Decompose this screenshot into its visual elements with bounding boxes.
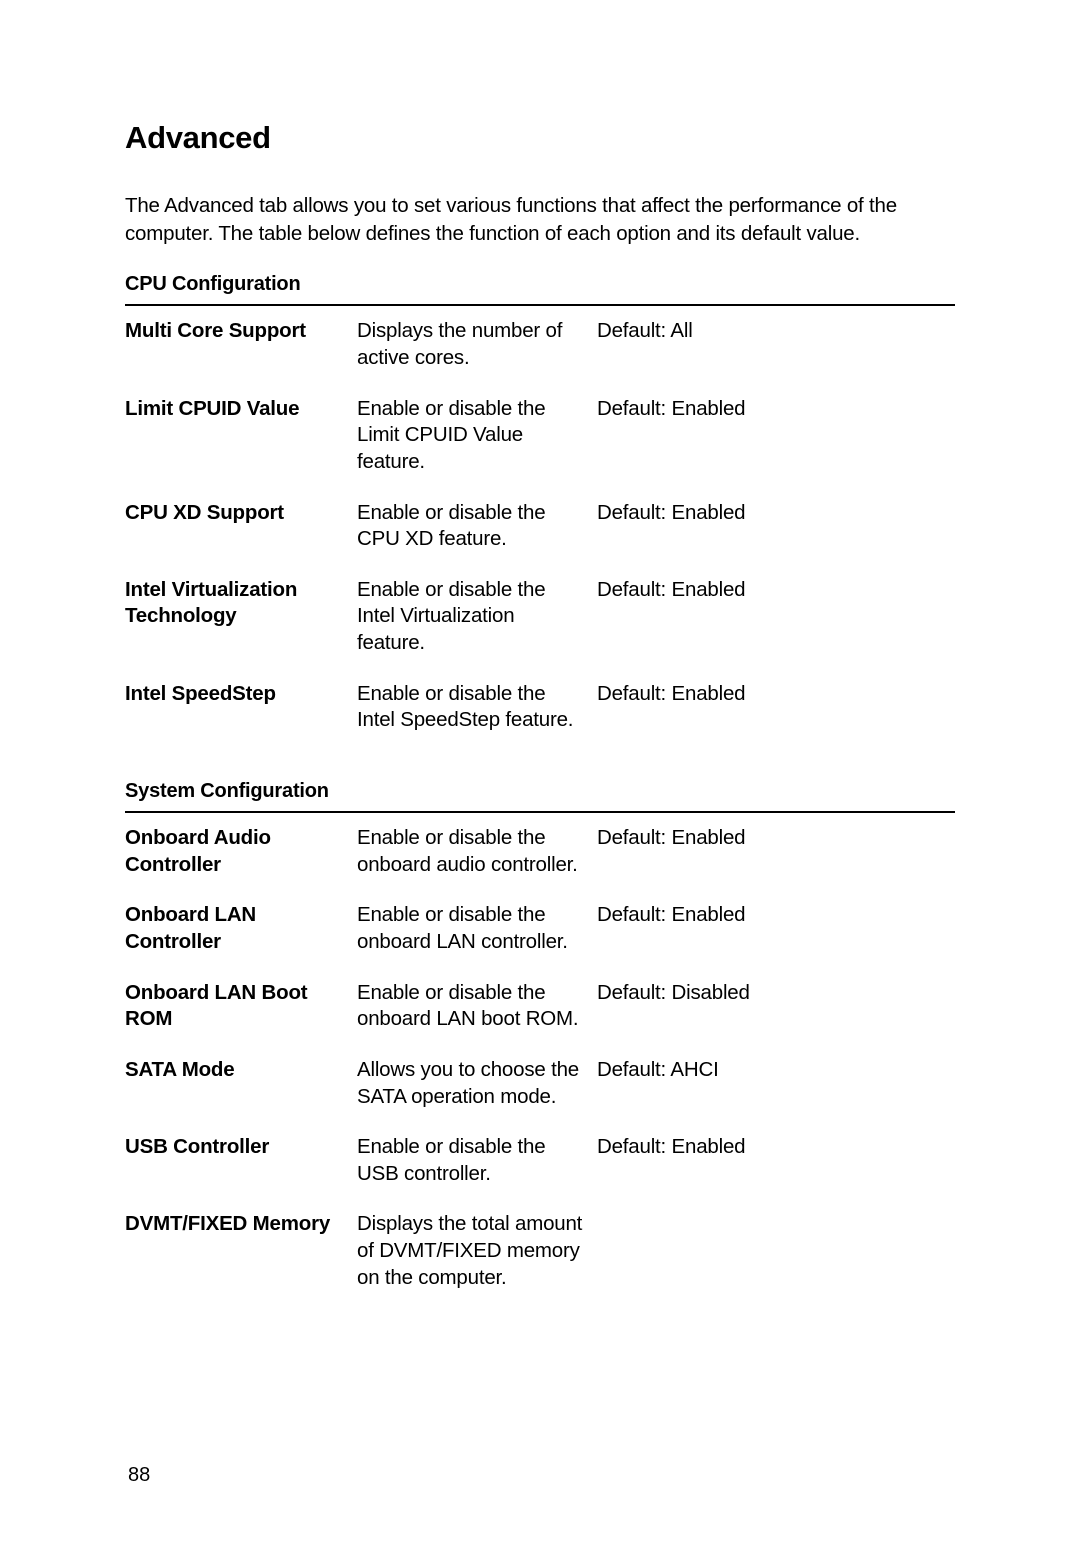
row-desc: Enable or disable the onboard LAN boot R… [357, 968, 597, 1045]
row-desc: Enable or disable the Intel Virtualizati… [357, 565, 597, 669]
table-row: SATA Mode Allows you to choose the SATA … [125, 1045, 955, 1122]
row-name: Limit CPUID Value [125, 384, 357, 488]
section-title-system: System Configuration [125, 780, 955, 803]
row-desc: Enable or disable the CPU XD feature. [357, 488, 597, 565]
table-row: Limit CPUID Value Enable or disable the … [125, 384, 955, 488]
table-row: USB Controller Enable or disable the USB… [125, 1122, 955, 1199]
row-default: Default: All [597, 305, 955, 383]
row-name: SATA Mode [125, 1045, 357, 1122]
section-title-cpu: CPU Configuration [125, 273, 955, 296]
row-default: Default: Enabled [597, 384, 955, 488]
intro-text: The Advanced tab allows you to set vario… [125, 192, 955, 247]
row-name: Onboard Audio Controller [125, 812, 357, 890]
table-row: CPU XD Support Enable or disable the CPU… [125, 488, 955, 565]
row-name: USB Controller [125, 1122, 357, 1199]
row-desc: Enable or disable the Limit CPUID Value … [357, 384, 597, 488]
row-desc: Enable or disable the onboard LAN contro… [357, 890, 597, 967]
row-desc: Displays the number of active cores. [357, 305, 597, 383]
row-default: Default: Enabled [597, 1122, 955, 1199]
row-name: CPU XD Support [125, 488, 357, 565]
table-row: Onboard Audio Controller Enable or disab… [125, 812, 955, 890]
system-config-table: Onboard Audio Controller Enable or disab… [125, 811, 955, 1303]
table-row: Onboard LAN Controller Enable or disable… [125, 890, 955, 967]
row-name: Intel SpeedStep [125, 669, 357, 746]
row-default: Default: AHCI [597, 1045, 955, 1122]
table-row: Onboard LAN Boot ROM Enable or disable t… [125, 968, 955, 1045]
row-default: Default: Enabled [597, 565, 955, 669]
row-desc: Displays the total amount of DVMT/FIXED … [357, 1199, 597, 1303]
table-row: Intel Virtualization Technology Enable o… [125, 565, 955, 669]
row-name: Intel Virtualization Technology [125, 565, 357, 669]
table-row: Multi Core Support Displays the number o… [125, 305, 955, 383]
table-row: DVMT/FIXED Memory Displays the total amo… [125, 1199, 955, 1303]
row-desc: Allows you to choose the SATA operation … [357, 1045, 597, 1122]
row-desc: Enable or disable the onboard audio cont… [357, 812, 597, 890]
table-row: Intel SpeedStep Enable or disable the In… [125, 669, 955, 746]
row-name: Onboard LAN Controller [125, 890, 357, 967]
row-desc: Enable or disable the Intel SpeedStep fe… [357, 669, 597, 746]
row-default: Default: Enabled [597, 488, 955, 565]
page-heading: Advanced [125, 120, 955, 156]
row-desc: Enable or disable the USB controller. [357, 1122, 597, 1199]
cpu-config-table: Multi Core Support Displays the number o… [125, 304, 955, 746]
row-default: Default: Enabled [597, 890, 955, 967]
row-default [597, 1199, 955, 1303]
row-name: Multi Core Support [125, 305, 357, 383]
row-default: Default: Enabled [597, 812, 955, 890]
row-default: Default: Disabled [597, 968, 955, 1045]
row-name: DVMT/FIXED Memory [125, 1199, 357, 1303]
row-name: Onboard LAN Boot ROM [125, 968, 357, 1045]
row-default: Default: Enabled [597, 669, 955, 746]
page-number: 88 [128, 1464, 150, 1487]
